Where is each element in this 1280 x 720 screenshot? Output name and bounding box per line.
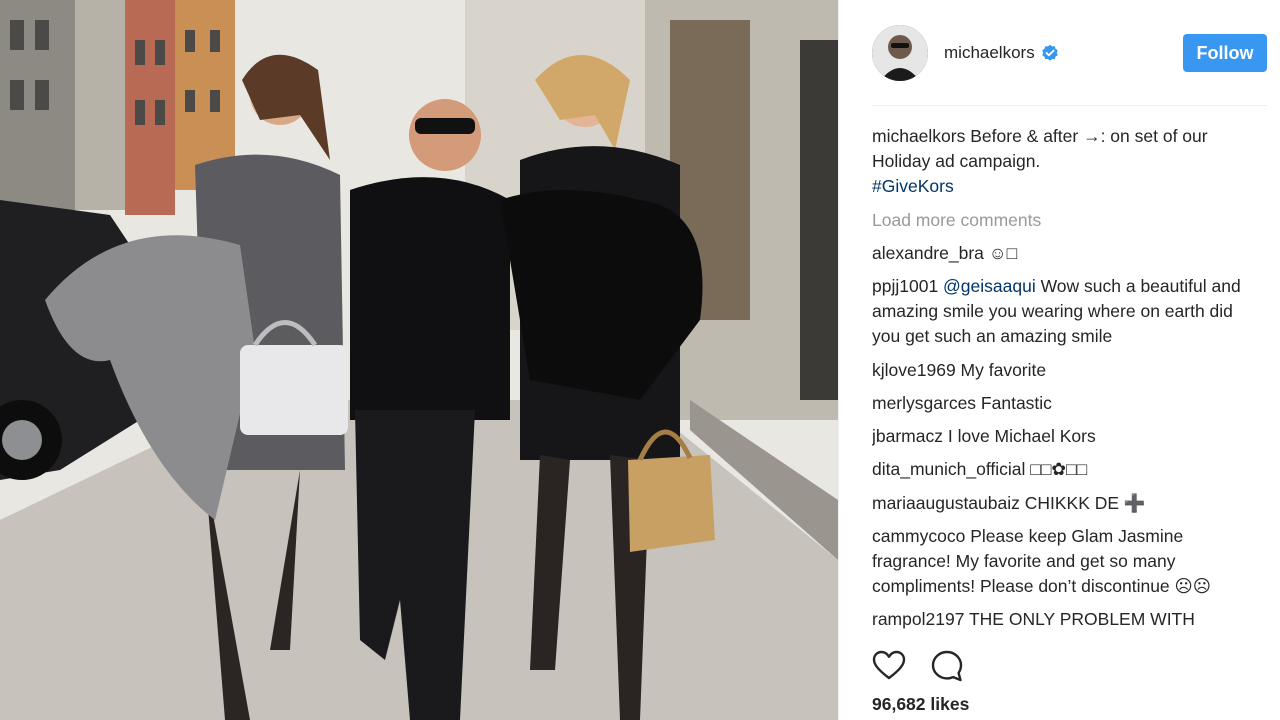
comment-username[interactable]: mariaaugustaubaiz bbox=[872, 493, 1020, 513]
author-avatar[interactable] bbox=[872, 25, 928, 81]
caption-hashtag[interactable]: #GiveKors bbox=[872, 176, 954, 196]
verified-badge-icon bbox=[1042, 44, 1058, 61]
author-username[interactable]: michaelkors bbox=[944, 43, 1035, 63]
comment-username[interactable]: cammycoco bbox=[872, 526, 965, 546]
comment-text: CHIKKK DE ➕ bbox=[1019, 492, 1146, 513]
comment-username[interactable]: dita_munich_official bbox=[872, 459, 1025, 479]
comment-item: jbarmacz I love Michael Kors bbox=[872, 424, 1252, 449]
comments-list[interactable]: michaelkors Before & after →: on set of … bbox=[872, 124, 1252, 636]
post-header: michaelkors Follow bbox=[872, 24, 1267, 82]
comment-username[interactable]: jbarmacz bbox=[872, 426, 943, 446]
likes-count[interactable]: 96,682 likes bbox=[872, 694, 969, 715]
comment-item: merlysgarces Fantastic bbox=[872, 391, 1252, 416]
heart-icon[interactable] bbox=[872, 649, 906, 683]
comment-mention[interactable]: @geisaaqui bbox=[943, 276, 1036, 296]
comment-item: cammycoco Please keep Glam Jasmine fragr… bbox=[872, 524, 1252, 599]
comment-text: My favorite bbox=[955, 359, 1047, 380]
comment-text: I love Michael Kors bbox=[943, 426, 1096, 447]
avatar-image bbox=[872, 25, 928, 81]
header-divider bbox=[872, 105, 1267, 106]
comment-item: mariaaugustaubaiz CHIKKK DE ➕ bbox=[872, 491, 1252, 516]
comment-item: kjlove1969 My favorite bbox=[872, 358, 1252, 383]
comment-text: ☺︎□ bbox=[983, 243, 1018, 263]
comment-text: □□✿□□ bbox=[1025, 459, 1088, 480]
comment-text: THE ONLY PROBLEM WITH bbox=[964, 609, 1195, 630]
post-photo[interactable] bbox=[0, 0, 838, 720]
post-caption: michaelkors Before & after →: on set of … bbox=[872, 124, 1252, 199]
caption-username[interactable]: michaelkors bbox=[872, 126, 965, 146]
comment-username[interactable]: rampol2197 bbox=[872, 609, 964, 629]
comment-item: dita_munich_official □□✿□□ bbox=[872, 457, 1252, 482]
comment-bubble-icon[interactable] bbox=[930, 649, 964, 683]
comment-item: rampol2197 THE ONLY PROBLEM WITH bbox=[872, 607, 1252, 632]
comment-item: alexandre_bra ☺︎□ bbox=[872, 241, 1252, 266]
comment-text: Fantastic bbox=[976, 392, 1052, 413]
comment-username[interactable]: kjlove1969 bbox=[872, 360, 956, 380]
load-more-comments-link[interactable]: Load more comments bbox=[872, 208, 1252, 233]
post-photo-illustration bbox=[0, 0, 838, 720]
comment-username[interactable]: merlysgarces bbox=[872, 393, 976, 413]
comment-username[interactable]: alexandre_bra bbox=[872, 243, 984, 263]
post-actions bbox=[872, 648, 988, 684]
comment-item: ppjj1001 @geisaaqui Wow such a beautiful… bbox=[872, 274, 1252, 349]
post-details-panel: michaelkors Follow michaelkors Before & … bbox=[838, 0, 1280, 720]
comment-username[interactable]: ppjj1001 bbox=[872, 276, 938, 296]
follow-button[interactable]: Follow bbox=[1183, 34, 1267, 72]
